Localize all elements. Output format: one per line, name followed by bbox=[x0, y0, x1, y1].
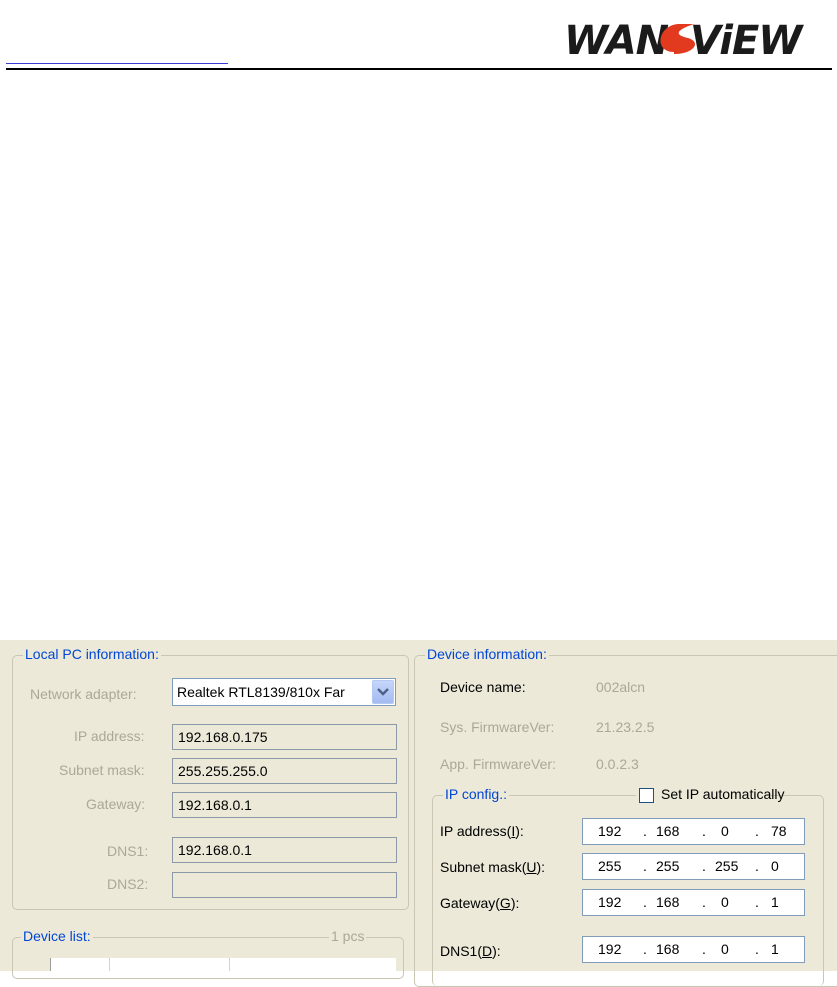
octet[interactable]: 168 bbox=[656, 941, 679, 957]
local-mask-label: Subnet mask: bbox=[59, 762, 145, 778]
octet-dot: . bbox=[702, 858, 706, 874]
set-ip-auto-label: Set IP automatically bbox=[661, 786, 785, 802]
local-dns1-field: 192.168.0.1 bbox=[172, 837, 397, 863]
list-column-divider[interactable] bbox=[229, 958, 230, 971]
octet[interactable]: 0 bbox=[721, 894, 729, 910]
local-mask-field: 255.255.255.0 bbox=[172, 758, 397, 784]
octet-dot: . bbox=[702, 894, 706, 910]
octet[interactable]: 1 bbox=[771, 894, 779, 910]
set-ip-auto-checkbox[interactable] bbox=[639, 788, 654, 803]
chevron-down-icon[interactable] bbox=[372, 680, 394, 704]
octet[interactable]: 192 bbox=[598, 894, 621, 910]
device-name-value: 002alcn bbox=[596, 679, 646, 695]
octet-dot: . bbox=[755, 894, 759, 910]
app-firmware-label: App. FirmwareVer: bbox=[440, 756, 556, 772]
header-rule bbox=[6, 68, 832, 70]
octet[interactable]: 255 bbox=[656, 858, 679, 874]
ip-config-title: IP config.: bbox=[443, 786, 510, 802]
device-ip-label: IP address(I): bbox=[440, 823, 524, 839]
device-list-title: Device list: bbox=[21, 928, 93, 944]
octet-dot: . bbox=[755, 823, 759, 839]
logo-text-wan: WAN bbox=[564, 18, 669, 64]
local-gateway-field: 192.168.0.1 bbox=[172, 792, 397, 818]
local-ip-field: 192.168.0.175 bbox=[172, 724, 397, 750]
local-dns1-label: DNS1: bbox=[107, 843, 149, 859]
device-dns1-input[interactable]: 192 . 168 . 0 . 1 bbox=[582, 936, 805, 963]
octet-dot: . bbox=[755, 858, 759, 874]
octet-dot: . bbox=[643, 941, 647, 957]
octet[interactable]: 192 bbox=[598, 823, 621, 839]
app-firmware-value: 0.0.2.3 bbox=[596, 756, 639, 772]
octet[interactable]: 0 bbox=[721, 941, 729, 957]
octet[interactable]: 0 bbox=[721, 823, 729, 839]
device-mask-input[interactable]: 255 . 255 . 255 . 0 bbox=[582, 853, 805, 880]
local-gateway-label: Gateway: bbox=[86, 796, 146, 812]
network-adapter-label: Network adapter: bbox=[30, 686, 137, 702]
octet-dot: . bbox=[643, 858, 647, 874]
network-adapter-value: Realtek RTL8139/810x Far bbox=[177, 684, 345, 700]
octet-dot: . bbox=[702, 823, 706, 839]
device-mask-label: Subnet mask(U): bbox=[440, 859, 546, 875]
local-dns2-field bbox=[172, 872, 397, 898]
sys-firmware-value: 21.23.2.5 bbox=[596, 719, 655, 735]
octet[interactable]: 0 bbox=[771, 858, 779, 874]
local-dns2-label: DNS2: bbox=[107, 876, 149, 892]
local-ip-label: IP address: bbox=[74, 728, 145, 744]
ip-config-dialog: Local PC information: Network adapter: R… bbox=[0, 640, 837, 987]
device-gateway-label: Gateway(G): bbox=[440, 895, 520, 911]
sys-firmware-label: Sys. FirmwareVer: bbox=[440, 719, 555, 735]
device-name-label: Device name: bbox=[440, 679, 526, 695]
device-gateway-input[interactable]: 192 . 168 . 0 . 1 bbox=[582, 889, 805, 916]
octet[interactable]: 1 bbox=[771, 941, 779, 957]
device-count: 1 pcs bbox=[329, 928, 367, 944]
octet-dot: . bbox=[643, 894, 647, 910]
octet-dot: . bbox=[755, 941, 759, 957]
list-column-divider[interactable] bbox=[109, 958, 110, 971]
wansview-logo: WAN ViEW bbox=[564, 18, 805, 64]
device-list-table[interactable] bbox=[50, 958, 396, 971]
local-pc-title: Local PC information: bbox=[23, 646, 161, 662]
device-info-title: Device information: bbox=[425, 646, 549, 662]
device-dns1-label: DNS1(D): bbox=[440, 943, 501, 959]
octet[interactable]: 168 bbox=[656, 894, 679, 910]
header-link-underline[interactable] bbox=[6, 63, 228, 64]
octet-dot: . bbox=[643, 823, 647, 839]
logo-text-view: ViEW bbox=[690, 18, 804, 64]
octet[interactable]: 168 bbox=[656, 823, 679, 839]
octet[interactable]: 192 bbox=[598, 941, 621, 957]
octet[interactable]: 255 bbox=[598, 858, 621, 874]
octet[interactable]: 78 bbox=[771, 823, 787, 839]
octet-dot: . bbox=[702, 941, 706, 957]
network-adapter-select[interactable]: Realtek RTL8139/810x Far bbox=[172, 678, 396, 706]
octet[interactable]: 255 bbox=[715, 858, 738, 874]
device-ip-input[interactable]: 192 . 168 . 0 . 78 bbox=[582, 818, 805, 845]
auto-ip-checkbox-row[interactable]: Set IP automatically bbox=[636, 785, 784, 805]
